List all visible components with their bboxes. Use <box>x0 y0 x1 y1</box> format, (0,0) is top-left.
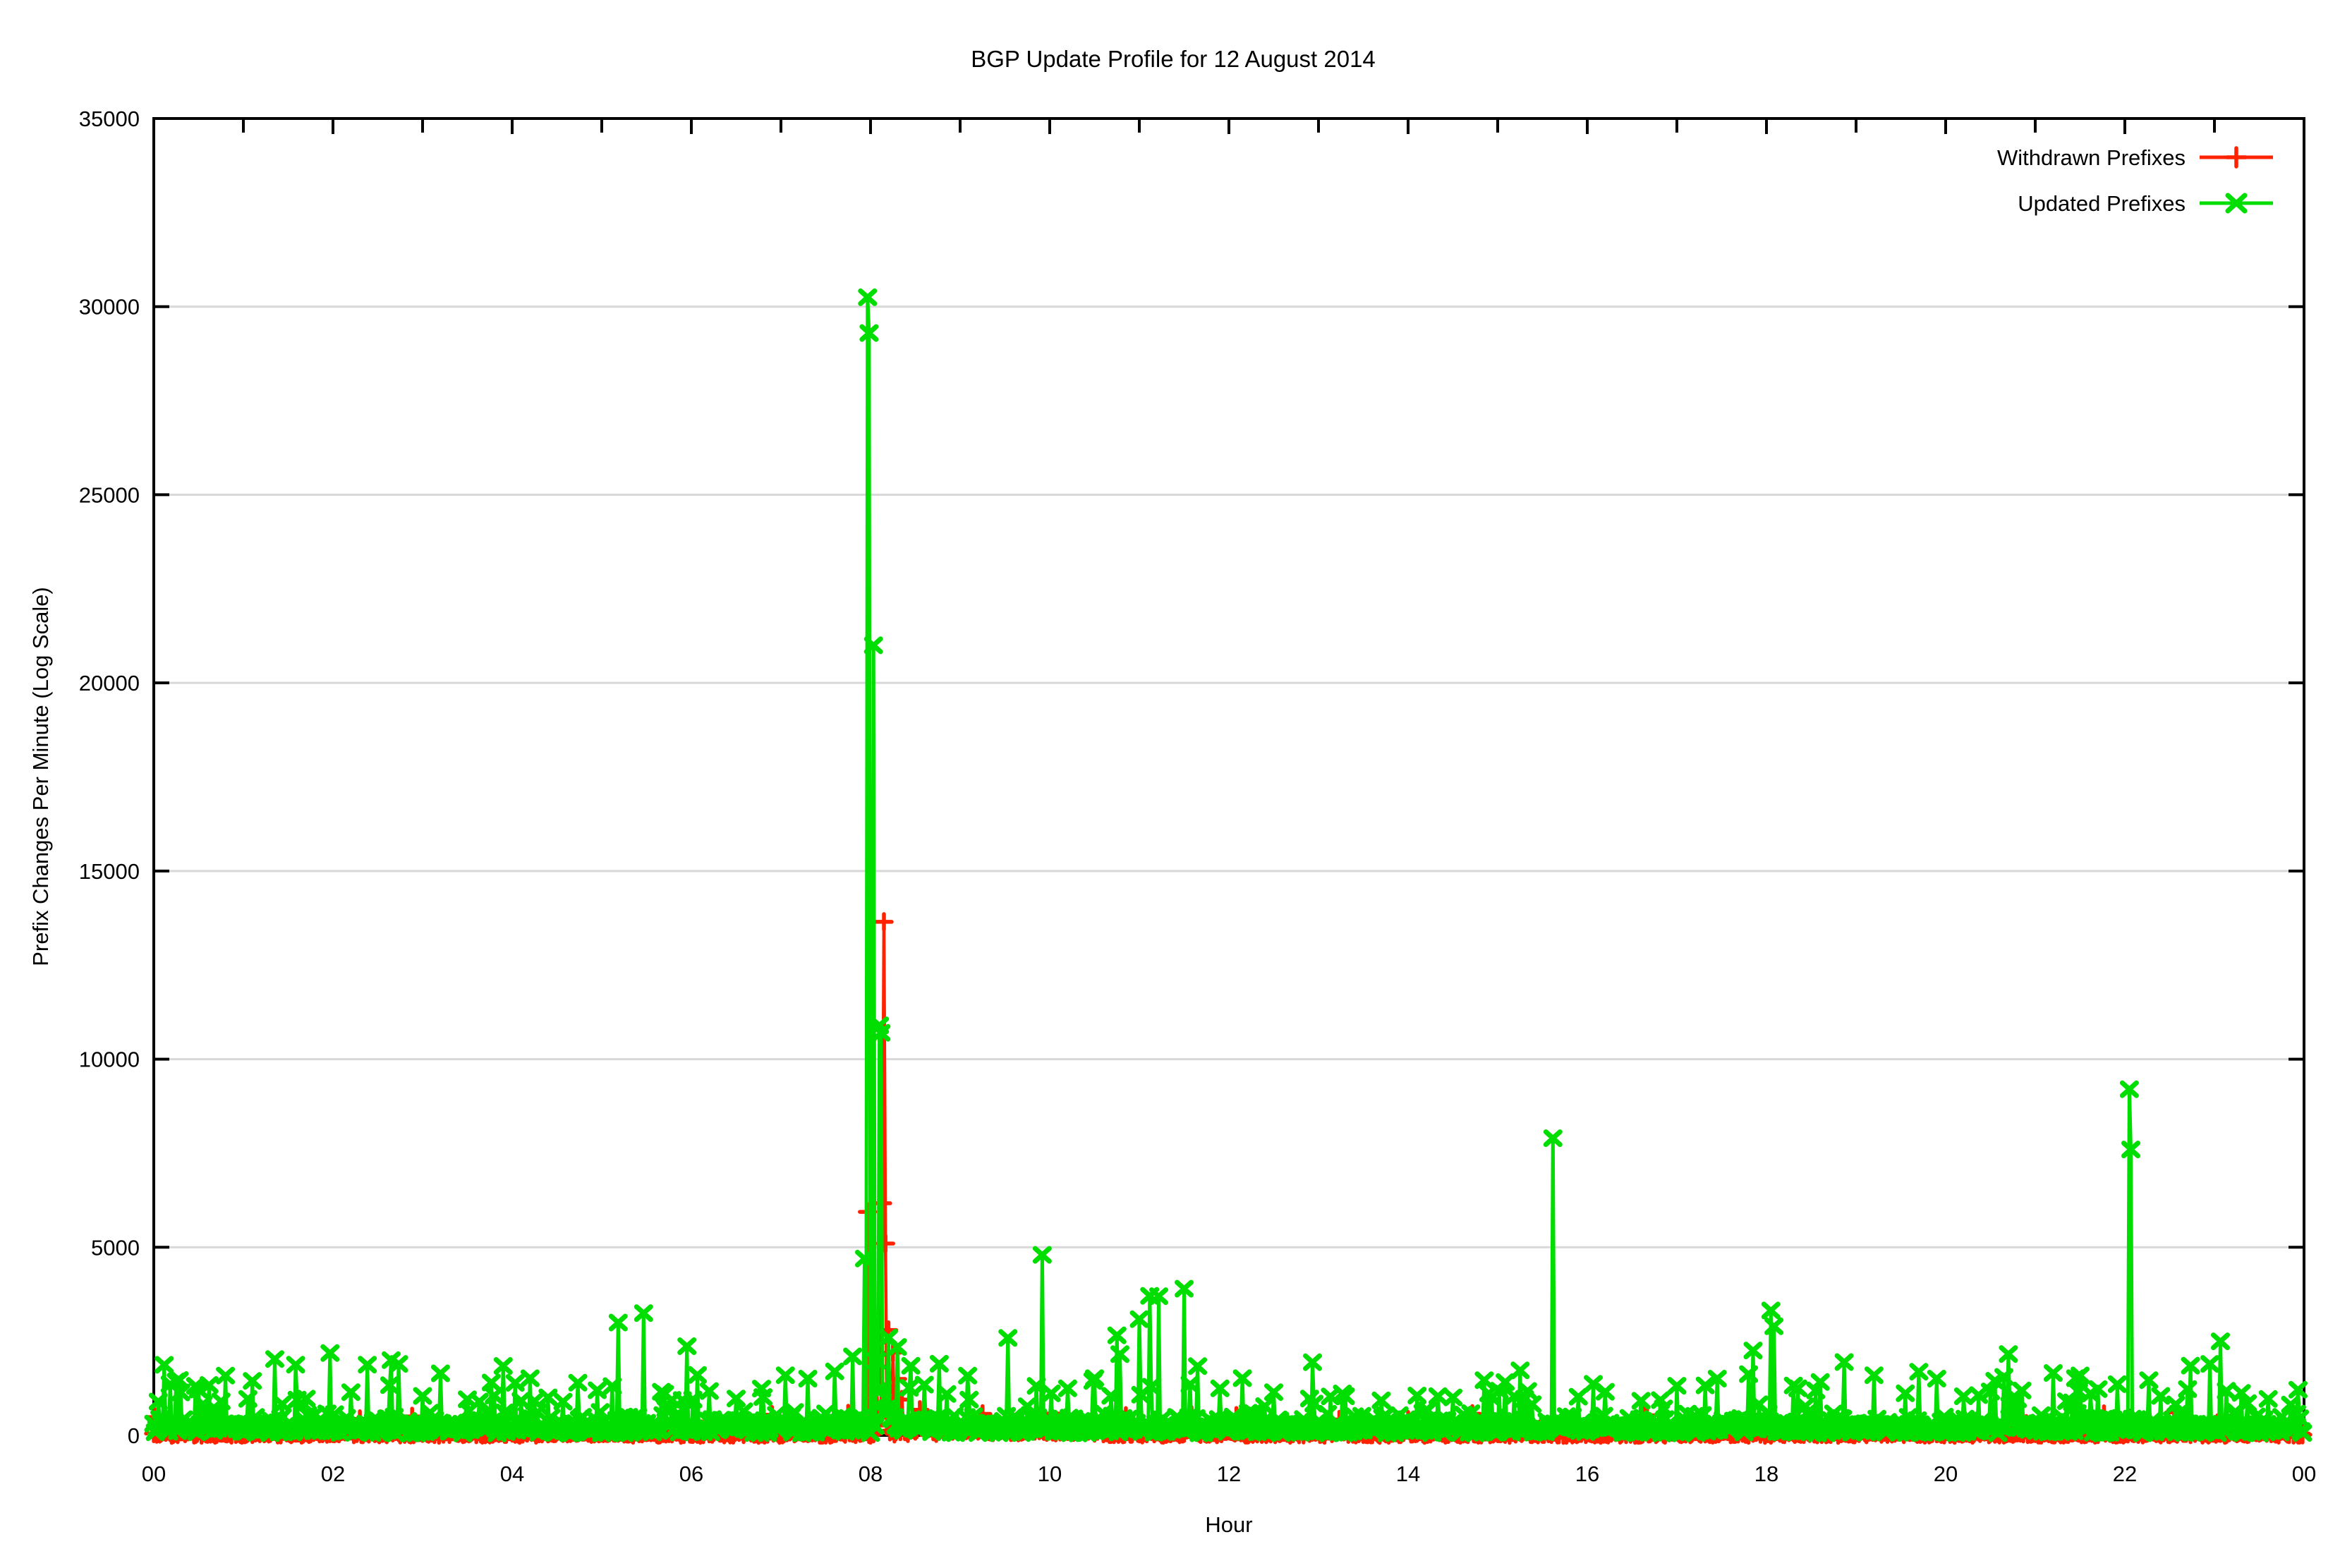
x-tick-label-2: 04 <box>500 1461 524 1486</box>
x-tick-label-7: 14 <box>1396 1461 1420 1486</box>
series-updated-prefixes <box>147 291 2310 1440</box>
chart-title: BGP Update Profile for 12 August 2014 <box>971 46 1376 72</box>
y-tick-label-25000: 25000 <box>79 482 140 507</box>
x-tick-label-8: 16 <box>1575 1461 1599 1486</box>
y-tick-label-5000: 5000 <box>91 1235 140 1260</box>
y-tick-label-20000: 20000 <box>79 671 140 695</box>
plot-border <box>154 118 2304 1435</box>
legend: Withdrawn Prefixes Updated Prefixes <box>1997 145 2273 216</box>
x-tick-label-5: 10 <box>1038 1461 1062 1486</box>
y-tick-label-0: 0 <box>128 1423 140 1448</box>
y-tick-label-30000: 30000 <box>79 295 140 320</box>
x-tick-label-10: 20 <box>1934 1461 1958 1486</box>
x-tick-label-4: 08 <box>859 1461 883 1486</box>
updated-prefixes-line <box>154 297 2303 1433</box>
y-tick-label-15000: 15000 <box>79 859 140 884</box>
bgp-update-profile-page: BGP Update Profile for 12 August 2014 Ho… <box>0 0 2352 1568</box>
withdrawn-prefixes-line <box>154 922 2303 1435</box>
legend-label-updated: Updated Prefixes <box>2018 191 2186 216</box>
bgp-update-chart: BGP Update Profile for 12 August 2014 Ho… <box>0 0 2352 1568</box>
updated-prefixes-cross-markers <box>147 291 2310 1440</box>
x-tick-label-0: 00 <box>142 1461 166 1486</box>
legend-label-withdrawn: Withdrawn Prefixes <box>1997 145 2186 170</box>
series-withdrawn-prefixes <box>146 914 2310 1443</box>
x-tick-label-11: 22 <box>2113 1461 2137 1486</box>
legend-withdrawn-plus-marker-icon <box>2227 148 2245 166</box>
x-tick-labels: 00 02 04 06 08 10 12 14 16 18 20 22 00 <box>142 1461 2316 1486</box>
x-tick-label-12: 00 <box>2292 1461 2316 1486</box>
gridlines <box>154 307 2304 1248</box>
y-tick-label-35000: 35000 <box>79 107 140 131</box>
axis-tick-marks <box>154 118 2304 1435</box>
x-tick-label-9: 18 <box>1754 1461 1778 1486</box>
x-tick-label-1: 02 <box>321 1461 345 1486</box>
x-axis-label: Hour <box>1205 1512 1252 1537</box>
y-tick-labels: 0 5000 10000 15000 20000 25000 30000 35000 <box>79 107 140 1448</box>
y-tick-label-10000: 10000 <box>79 1047 140 1072</box>
x-tick-label-3: 06 <box>679 1461 703 1486</box>
withdrawn-prefixes-plus-markers <box>146 914 2310 1443</box>
y-axis-label: Prefix Changes Per Minute (Log Scale) <box>28 587 53 966</box>
x-tick-label-6: 12 <box>1217 1461 1241 1486</box>
